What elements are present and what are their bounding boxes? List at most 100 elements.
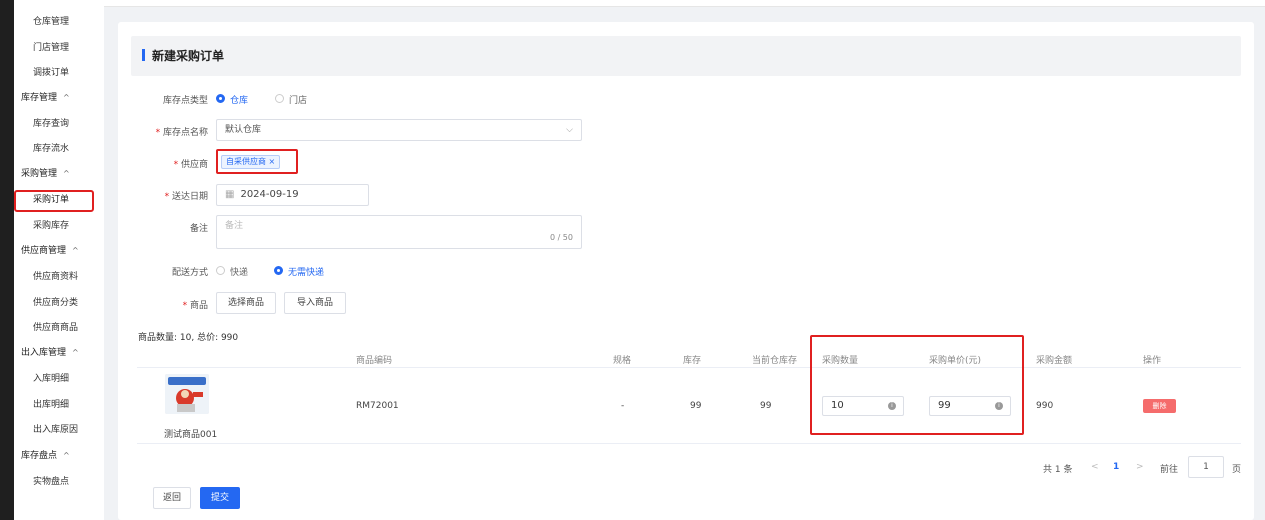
col-header-stock: 库存 xyxy=(683,356,702,366)
sidebar-item-label: 供应商分类 xyxy=(33,298,79,308)
sidebar-group-in-out[interactable]: 出入库管理 ^ xyxy=(14,343,104,363)
chevron-up-icon: ^ xyxy=(72,348,79,357)
product-name: 测试商品001 xyxy=(164,430,218,440)
col-header-spec: 规格 xyxy=(613,356,632,366)
main-nav-strip xyxy=(0,0,14,520)
sidebar-item-physical-count[interactable]: 实物盘点 xyxy=(14,472,104,492)
remark-placeholder: 备注 xyxy=(225,221,244,231)
required-mark: * xyxy=(164,192,170,202)
sidebar-item-label: 入库明细 xyxy=(33,374,70,384)
sidebar-item-transfer-order[interactable]: 调拨订单 xyxy=(14,63,104,83)
sidebar-item-supplier-category[interactable]: 供应商分类 xyxy=(14,293,104,313)
radio-store-label[interactable]: 门店 xyxy=(289,93,307,106)
radio-express-label[interactable]: 快递 xyxy=(230,265,248,278)
purchase-price-value: 99 xyxy=(938,400,951,411)
sidebar-item-label: 库存查询 xyxy=(33,119,70,129)
radio-no-express[interactable] xyxy=(274,266,283,275)
sidebar-item-purchase-stock[interactable]: 采购库存 xyxy=(14,216,104,236)
chevron-up-icon: ^ xyxy=(63,169,70,178)
title-accent-bar xyxy=(142,49,145,61)
form-card: 新建采购订单 库存点类型 仓库 门店 * 库存点名称 默认仓库 ⌵ * 供应商 自… xyxy=(118,22,1254,520)
sidebar-item-in-out-reason[interactable]: 出入库原因 xyxy=(14,420,104,440)
sidebar: 仓库管理 门店管理 调拨订单 库存管理 ^ 库存查询 库存流水 采购管理 ^ 采购订… xyxy=(14,0,104,520)
sidebar-item-label: 供应商商品 xyxy=(33,323,79,333)
product-image xyxy=(165,374,209,414)
row-divider xyxy=(137,443,1241,444)
col-header-warehouse-stock: 当前仓库存 xyxy=(752,356,798,366)
sidebar-group-stocktake[interactable]: 库存盘点 ^ xyxy=(14,446,104,466)
shipping-label: 配送方式 xyxy=(171,268,208,278)
sidebar-item-warehouse[interactable]: 仓库管理 xyxy=(14,12,104,32)
supplier-tag: 自采供应商 × xyxy=(221,155,281,169)
highlight-box-purchase-order xyxy=(14,190,94,212)
sidebar-group-label: 出入库管理 xyxy=(21,348,67,358)
sidebar-item-label: 门店管理 xyxy=(33,43,70,53)
product-code: RM72001 xyxy=(356,401,399,411)
pagination-prev-icon[interactable]: < xyxy=(1091,462,1099,472)
location-name-label: * 库存点名称 xyxy=(138,125,208,138)
product-spec: - xyxy=(621,401,625,411)
highlight-box-qty-price xyxy=(810,335,1024,435)
submit-button[interactable]: 提交 xyxy=(200,487,240,509)
purchase-price-input[interactable]: 99 i xyxy=(929,396,1011,416)
sidebar-group-inventory[interactable]: 库存管理 ^ xyxy=(14,88,104,108)
select-goods-button[interactable]: 选择商品 xyxy=(216,292,276,314)
chevron-up-icon: ^ xyxy=(63,451,70,460)
back-button[interactable]: 返回 xyxy=(153,487,191,509)
sidebar-item-inbound-detail[interactable]: 入库明细 xyxy=(14,369,104,389)
sidebar-group-label: 供应商管理 xyxy=(21,246,67,256)
product-warehouse-stock: 99 xyxy=(760,401,772,411)
pagination-total: 共 1 条 xyxy=(1043,465,1073,475)
page-title: 新建采购订单 xyxy=(152,49,225,63)
chevron-up-icon: ^ xyxy=(72,246,79,255)
purchase-qty-value: 10 xyxy=(831,400,844,411)
remark-textarea[interactable]: 备注 0 / 50 xyxy=(216,215,582,249)
delivery-date-picker[interactable]: ▦ 2024-09-19 xyxy=(216,184,369,206)
remark-label: 备注 xyxy=(189,224,208,234)
goods-label: * 商品 xyxy=(138,298,208,311)
sidebar-group-label: 采购管理 xyxy=(21,169,58,179)
pagination-page-1[interactable]: 1 xyxy=(1113,462,1119,472)
radio-warehouse[interactable] xyxy=(216,94,225,103)
sidebar-item-supplier-info[interactable]: 供应商资料 xyxy=(14,267,104,287)
pagination-goto-input[interactable]: 1 xyxy=(1188,456,1224,478)
delivery-date-value: 2024-09-19 xyxy=(240,189,299,200)
remark-counter: 0 / 50 xyxy=(549,233,573,242)
chevron-up-icon: ^ xyxy=(63,93,70,102)
location-name-label-text: 库存点名称 xyxy=(162,128,208,138)
pagination-goto-suffix: 页 xyxy=(1232,465,1242,475)
supplier-label-text: 供应商 xyxy=(180,160,208,170)
col-header-amount: 采购金额 xyxy=(1036,356,1073,366)
col-header-code: 商品编码 xyxy=(356,356,393,366)
sidebar-group-supplier[interactable]: 供应商管理 ^ xyxy=(14,241,104,261)
chevron-down-icon: ⌵ xyxy=(566,125,573,135)
purchase-qty-input[interactable]: 10 i xyxy=(822,396,904,416)
purchase-amount: 990 xyxy=(1036,401,1054,411)
sidebar-item-label: 采购库存 xyxy=(33,221,70,231)
info-icon: i xyxy=(995,402,1003,410)
import-goods-button[interactable]: 导入商品 xyxy=(284,292,346,314)
delete-button[interactable]: 删除 xyxy=(1143,399,1176,413)
radio-store[interactable] xyxy=(275,94,284,103)
location-name-select[interactable]: 默认仓库 ⌵ xyxy=(216,119,582,141)
pagination-goto-label: 前往 xyxy=(1160,465,1179,475)
delivery-date-label-text: 送达日期 xyxy=(171,192,208,202)
card-header: 新建采购订单 xyxy=(131,36,1241,76)
goods-label-text: 商品 xyxy=(189,301,208,311)
sidebar-item-label: 出入库原因 xyxy=(33,425,79,435)
sidebar-group-purchase[interactable]: 采购管理 ^ xyxy=(14,164,104,184)
product-stock: 99 xyxy=(690,401,702,411)
sidebar-item-outbound-detail[interactable]: 出库明细 xyxy=(14,395,104,415)
sidebar-item-inventory-query[interactable]: 库存查询 xyxy=(14,114,104,134)
radio-warehouse-label[interactable]: 仓库 xyxy=(230,93,248,106)
col-header-action: 操作 xyxy=(1143,356,1162,366)
sidebar-item-inventory-flow[interactable]: 库存流水 xyxy=(14,139,104,159)
sidebar-item-supplier-goods[interactable]: 供应商商品 xyxy=(14,318,104,338)
pagination-next-icon[interactable]: > xyxy=(1136,462,1144,472)
radio-express[interactable] xyxy=(216,266,225,275)
sidebar-item-store[interactable]: 门店管理 xyxy=(14,38,104,58)
radio-no-express-label[interactable]: 无需快递 xyxy=(288,265,324,278)
close-icon[interactable]: × xyxy=(269,157,276,166)
supplier-label: * 供应商 xyxy=(138,157,208,170)
required-mark: * xyxy=(173,160,179,170)
